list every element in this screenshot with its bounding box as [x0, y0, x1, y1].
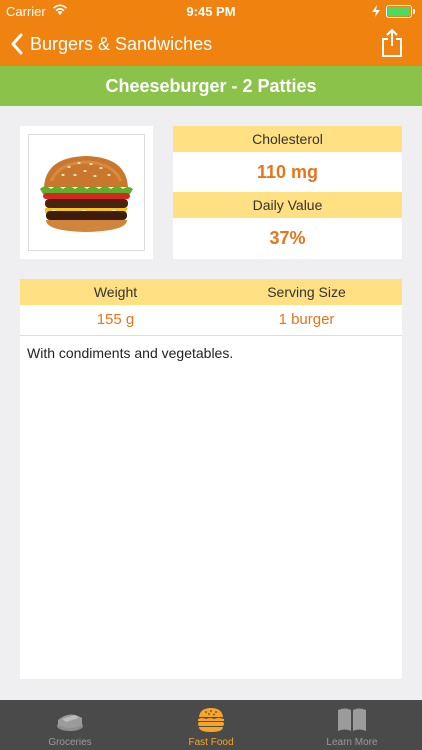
details-value-row: 155 g 1 burger [20, 305, 402, 336]
burger-icon [198, 708, 224, 732]
daily-value: 37% [269, 228, 306, 248]
charging-icon [372, 5, 380, 17]
weight-header: Weight [93, 284, 138, 300]
cheeseburger-image [40, 156, 133, 232]
page-title: Cheeseburger - 2 Patties [0, 66, 422, 106]
book-icon [338, 708, 366, 731]
nutrient-value: 110 mg [256, 162, 319, 182]
food-image-card [20, 126, 153, 259]
serving-size-value: 1 burger [278, 311, 335, 328]
nutrient-card: Cholesterol 110 mg Daily Value 37% [173, 126, 402, 259]
tab-fast-food-label: Fast Food [188, 737, 234, 748]
tab-groceries[interactable]: Groceries [0, 700, 140, 750]
serving-size-header: Serving Size [267, 284, 346, 300]
navigation-bar: Burgers & Sandwiches [0, 22, 422, 66]
share-icon[interactable] [380, 28, 404, 58]
tab-fast-food[interactable]: Fast Food [141, 700, 281, 750]
back-button[interactable]: Burgers & Sandwiches [10, 31, 212, 57]
top-bar: Carrier 9:45 PM Burgers & Sandwiches [0, 0, 422, 66]
tab-bar: Groceries Fast Food Learn More [0, 700, 422, 750]
nutrient-label: Cholesterol [173, 126, 402, 152]
back-button-label: Burgers & Sandwiches [30, 33, 213, 54]
chevron-left-icon [11, 33, 23, 55]
status-time: 9:45 PM [186, 4, 236, 19]
food-image [28, 134, 145, 251]
groceries-icon [57, 714, 83, 731]
details-header-row: Weight Serving Size [20, 279, 402, 305]
daily-value-label: Daily Value [173, 192, 402, 218]
description-text: With condiments and vegetables. [27, 345, 234, 361]
status-bar: Carrier 9:45 PM [0, 0, 422, 22]
details-card: Weight Serving Size 155 g 1 burger With … [20, 279, 402, 679]
tab-learn-more-label: Learn More [326, 737, 378, 748]
tab-learn-more[interactable]: Learn More [282, 700, 422, 750]
weight-value: 155 g [96, 311, 135, 328]
tab-groceries-label: Groceries [48, 737, 92, 748]
battery-icon [386, 5, 415, 18]
